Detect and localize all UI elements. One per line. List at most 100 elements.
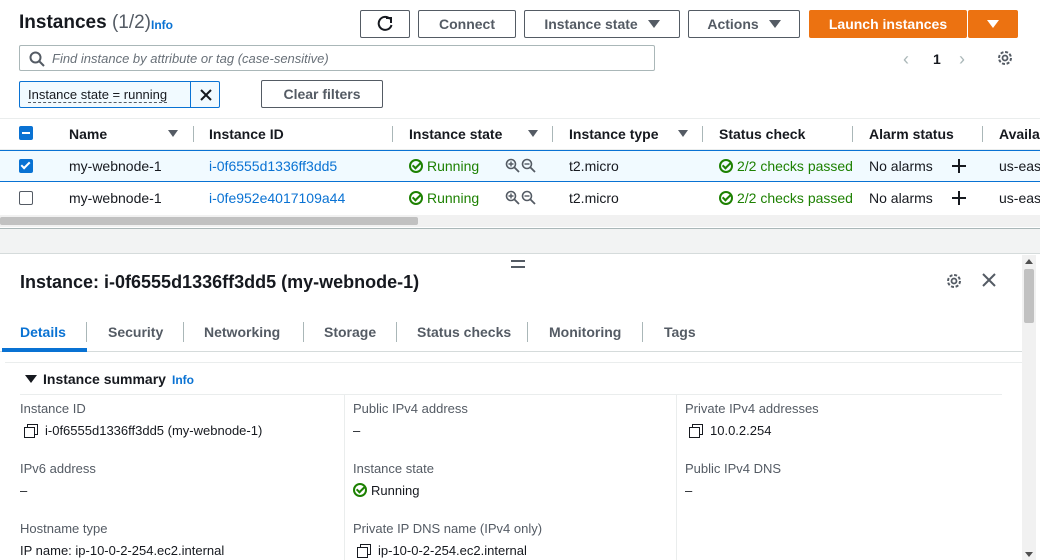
- row-name: my-webnode-1: [69, 190, 162, 206]
- search-placeholder: Find instance by attribute or tag (case-…: [52, 51, 329, 66]
- vertical-scrollbar[interactable]: [1022, 255, 1036, 560]
- private-dns-label: Private IP DNS name (IPv4 only): [353, 521, 543, 536]
- search-input[interactable]: Find instance by attribute or tag (case-…: [19, 45, 655, 71]
- row-status-label: 2/2 checks passed: [737, 158, 853, 174]
- col-instance-type[interactable]: Instance type: [569, 126, 658, 142]
- hostname-type-value: IP name: ip-10-0-2-254.ec2.internal: [20, 543, 225, 558]
- close-panel-icon[interactable]: [982, 273, 996, 287]
- private-dns-text: ip-10-0-2-254.ec2.internal: [378, 543, 527, 558]
- sort-icon[interactable]: [168, 130, 178, 137]
- section-title[interactable]: Instance summary: [43, 371, 166, 387]
- scrollbar-thumb[interactable]: [0, 217, 418, 225]
- col-availability-zone[interactable]: Availa: [999, 126, 1040, 142]
- public-dns-value: –: [685, 483, 693, 498]
- instance-state-field-label: Instance state: [353, 461, 434, 476]
- row-state-label: Running: [427, 158, 480, 174]
- row-state: Running: [409, 158, 479, 174]
- private-ipv4-text: 10.0.2.254: [710, 423, 772, 438]
- row-name: my-webnode-1: [69, 158, 162, 174]
- section-info-link[interactable]: Info: [172, 373, 194, 387]
- public-ipv4-label: Public IPv4 address: [353, 401, 468, 416]
- refresh-icon: [377, 15, 393, 31]
- tab-networking[interactable]: Networking: [204, 324, 280, 340]
- select-all-checkbox[interactable]: [19, 126, 33, 140]
- clear-filters-label: Clear filters: [283, 86, 361, 102]
- ipv6-label: IPv6 address: [20, 461, 96, 476]
- connect-label: Connect: [439, 16, 495, 32]
- instance-state-label: Instance state: [544, 16, 638, 32]
- clear-filters-button[interactable]: Clear filters: [261, 80, 383, 108]
- refresh-button[interactable]: [360, 10, 410, 38]
- resize-handle-icon[interactable]: [511, 260, 525, 268]
- col-alarm-status[interactable]: Alarm status: [869, 126, 954, 142]
- add-alarm-icon[interactable]: [952, 191, 966, 205]
- settings-gear-icon[interactable]: [945, 272, 963, 290]
- current-page[interactable]: 1: [933, 51, 941, 67]
- copy-icon[interactable]: [689, 424, 703, 438]
- ipv6-value: –: [20, 483, 28, 498]
- col-name[interactable]: Name: [69, 126, 107, 142]
- page-title: Instances (1/2): [19, 12, 151, 34]
- scroll-up-icon[interactable]: [1025, 259, 1033, 264]
- col-instance-id[interactable]: Instance ID: [209, 126, 284, 142]
- tab-monitoring[interactable]: Monitoring: [549, 324, 621, 340]
- zoom-out-icon[interactable]: [521, 158, 536, 173]
- caret-down-icon: [987, 20, 999, 28]
- instance-id-label: Instance ID: [20, 401, 86, 416]
- row-checkbox[interactable]: [19, 159, 33, 173]
- copy-icon[interactable]: [357, 544, 371, 558]
- zoom-out-icon[interactable]: [521, 190, 536, 205]
- gear-icon[interactable]: [996, 49, 1014, 67]
- hostname-type-label: Hostname type: [20, 521, 108, 536]
- zoom-in-icon[interactable]: [505, 158, 520, 173]
- check-circle-icon: [719, 191, 733, 205]
- row-checkbox[interactable]: [19, 191, 33, 205]
- instance-state-text: Running: [371, 483, 420, 498]
- row-instance-id-link[interactable]: i-0f6555d1336ff3dd5: [209, 158, 337, 174]
- actions-dropdown[interactable]: Actions: [688, 10, 800, 38]
- tab-storage[interactable]: Storage: [324, 324, 376, 340]
- tab-status-checks[interactable]: Status checks: [417, 324, 511, 340]
- col-instance-state[interactable]: Instance state: [409, 126, 502, 142]
- instance-state-field-value: Running: [353, 483, 419, 498]
- instance-id-text: i-0f6555d1336ff3dd5 (my-webnode-1): [45, 423, 263, 438]
- next-page-icon[interactable]: ›: [959, 49, 965, 70]
- scrollbar-thumb[interactable]: [1024, 269, 1034, 323]
- copy-icon[interactable]: [24, 424, 38, 438]
- add-alarm-icon[interactable]: [952, 159, 966, 173]
- instance-id-value: i-0f6555d1336ff3dd5 (my-webnode-1): [24, 423, 262, 438]
- filter-chip: Instance state = running: [19, 81, 220, 108]
- sort-icon[interactable]: [528, 130, 538, 137]
- caret-down-icon: [768, 20, 781, 28]
- search-icon: [29, 51, 45, 67]
- active-tab-indicator: [2, 348, 87, 352]
- row-instance-id-link[interactable]: i-0fe952e4017109a44: [209, 190, 345, 206]
- row-status-check[interactable]: 2/2 checks passed: [719, 158, 853, 174]
- horizontal-scrollbar[interactable]: [0, 215, 1040, 227]
- launch-label: Launch instances: [828, 16, 948, 32]
- prev-page-icon[interactable]: ‹: [903, 49, 909, 70]
- sort-icon[interactable]: [678, 130, 688, 137]
- launch-options-dropdown[interactable]: [968, 10, 1018, 38]
- connect-button[interactable]: Connect: [418, 10, 516, 38]
- zoom-in-icon[interactable]: [505, 190, 520, 205]
- remove-filter-button[interactable]: [190, 82, 220, 107]
- split-panel-divider[interactable]: [0, 229, 1040, 254]
- col-status-check[interactable]: Status check: [719, 126, 805, 142]
- info-link[interactable]: Info: [151, 18, 173, 32]
- scroll-down-icon[interactable]: [1025, 552, 1033, 557]
- tab-security[interactable]: Security: [108, 324, 163, 340]
- tab-details[interactable]: Details: [20, 324, 66, 340]
- tab-tags[interactable]: Tags: [664, 324, 696, 340]
- public-ipv4-value: –: [353, 423, 361, 438]
- private-dns-value: ip-10-0-2-254.ec2.internal: [357, 543, 527, 558]
- row-state-label: Running: [427, 190, 480, 206]
- check-circle-icon: [409, 191, 423, 205]
- row-type: t2.micro: [569, 158, 619, 174]
- instance-state-dropdown[interactable]: Instance state: [524, 10, 680, 38]
- public-dns-label: Public IPv4 DNS: [685, 461, 782, 476]
- row-status-check[interactable]: 2/2 checks passed: [719, 190, 853, 206]
- row-state: Running: [409, 190, 479, 206]
- launch-instances-button[interactable]: Launch instances: [809, 10, 967, 38]
- caret-expanded-icon[interactable]: [25, 375, 37, 383]
